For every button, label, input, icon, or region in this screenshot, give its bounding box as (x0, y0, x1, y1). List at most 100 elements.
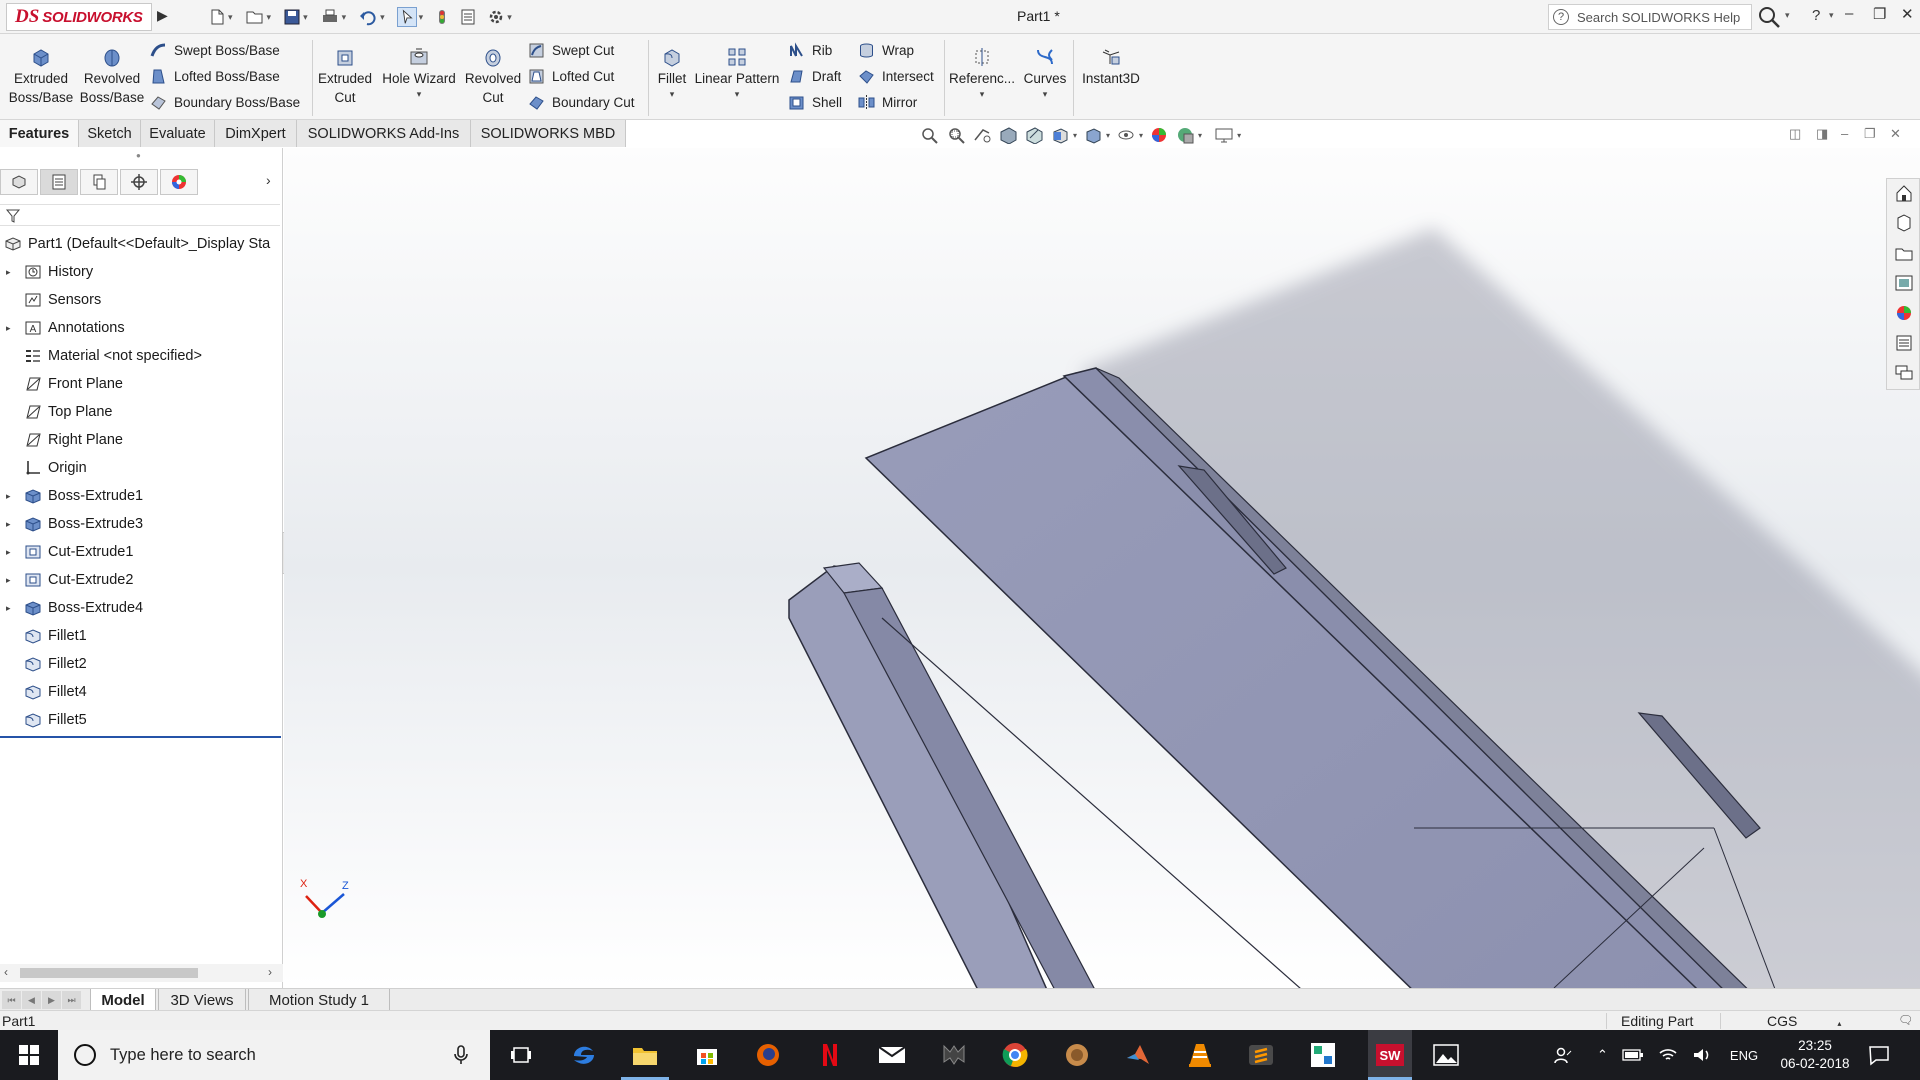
chevron-down-icon[interactable]: ▾ (380, 12, 385, 23)
linear-pattern-button[interactable]: Linear Pattern ▾ (692, 46, 782, 100)
file-explorer-icon[interactable] (629, 1039, 661, 1071)
tab-dimxpert[interactable]: DimXpert (215, 120, 297, 147)
filter-icon[interactable] (5, 208, 21, 224)
tree-item-boss-extrude4[interactable]: ▸ Boss-Extrude4 (0, 594, 283, 622)
scroll-right-icon[interactable]: › (268, 965, 272, 979)
tree-item-material-not-specified[interactable]: Material <not specified> (0, 342, 283, 370)
appearances-icon[interactable] (1894, 303, 1914, 323)
scrollbar-thumb[interactable] (20, 968, 198, 978)
help-search-input[interactable]: Search SOLIDWORKS Help (1577, 10, 1740, 25)
tree-item-front-plane[interactable]: Front Plane (0, 370, 283, 398)
chevron-right-icon[interactable]: › (266, 172, 271, 188)
custom-properties-icon[interactable] (1894, 333, 1914, 353)
chevron-down-icon[interactable]: ▾ (1785, 10, 1790, 21)
expand-arrow-icon[interactable]: ▸ (6, 267, 16, 278)
chevron-down-icon[interactable]: ▾ (1073, 131, 1077, 140)
chevron-down-icon[interactable]: ▾ (267, 12, 272, 23)
chevron-down-icon[interactable]: ▾ (692, 88, 782, 100)
viewport-left-icon[interactable]: ◫ (1789, 126, 1801, 142)
hide-show-items-icon[interactable] (1116, 126, 1136, 144)
expand-arrow-icon[interactable]: ▸ (6, 575, 16, 586)
units-selector[interactable]: CGS ▴ (1720, 1013, 1850, 1029)
chevron-down-icon[interactable]: ▾ (1106, 131, 1110, 140)
chrome-icon[interactable] (999, 1039, 1031, 1071)
rib-button[interactable]: Rib (788, 42, 832, 59)
tree-item-sensors[interactable]: Sensors (0, 286, 283, 314)
hole-wizard-button[interactable]: Hole Wizard ▾ (380, 46, 458, 100)
chevron-up-icon[interactable]: ▴ (1837, 1019, 1841, 1028)
chevron-down-icon[interactable]: ▾ (1237, 131, 1241, 140)
tab-sketch[interactable]: Sketch (79, 120, 141, 147)
firefox-icon[interactable] (752, 1039, 784, 1071)
draft-button[interactable]: Draft (788, 68, 841, 85)
matlab-icon[interactable] (1122, 1039, 1154, 1071)
section-view-icon[interactable] (998, 126, 1018, 144)
intersect-button[interactable]: Intersect (858, 68, 934, 85)
people-icon[interactable] (1553, 1045, 1573, 1065)
action-center-icon[interactable] (1868, 1044, 1890, 1066)
solidworks-icon[interactable]: SW (1368, 1030, 1412, 1080)
configuration-manager-tab[interactable] (80, 169, 118, 195)
last-tab-icon[interactable]: ⏭ (62, 991, 81, 1009)
expand-arrow-icon[interactable]: ▸ (6, 491, 16, 502)
tree-item-origin[interactable]: Origin (0, 454, 283, 482)
tree-item-boss-extrude3[interactable]: ▸ Boss-Extrude3 (0, 510, 283, 538)
tree-item-cut-extrude2[interactable]: ▸ Cut-Extrude2 (0, 566, 283, 594)
chevron-down-icon[interactable]: ▾ (1018, 88, 1072, 100)
feature-manager-tab[interactable] (0, 169, 38, 195)
tab-features[interactable]: Features (0, 120, 79, 147)
property-manager-tab[interactable] (40, 169, 78, 195)
vlc-icon[interactable] (1184, 1039, 1216, 1071)
tree-item-right-plane[interactable]: Right Plane (0, 426, 283, 454)
chevron-down-icon[interactable]: ▾ (1139, 131, 1143, 140)
revolved-boss-button[interactable]: Revolved Boss/Base (78, 46, 146, 107)
expand-arrow-icon[interactable]: ▸ (6, 603, 16, 614)
help-search-box[interactable]: ? Search SOLIDWORKS Help (1548, 4, 1752, 30)
fillet-button[interactable]: Fillet ▾ (652, 46, 692, 100)
prev-tab-icon[interactable]: ◀ (22, 991, 41, 1009)
viewport-minimize-icon[interactable]: – (1841, 126, 1848, 141)
menu-expand-icon[interactable]: ▶ (157, 7, 168, 24)
apply-scene-icon[interactable] (1175, 126, 1195, 144)
home-icon[interactable] (1894, 183, 1914, 203)
clock[interactable]: 23:25 06-02-2018 (1779, 1037, 1851, 1073)
zoom-to-area-icon[interactable] (946, 126, 966, 144)
store-icon[interactable] (691, 1039, 723, 1071)
previous-view-icon[interactable] (972, 126, 992, 144)
save-icon[interactable] (283, 8, 301, 26)
instant3d-button[interactable]: Instant3D (1076, 46, 1146, 88)
edit-appearance-icon[interactable] (1149, 126, 1169, 144)
task-view-icon[interactable] (505, 1039, 537, 1071)
dynamic-annotation-icon[interactable] (1024, 126, 1044, 144)
tree-item-fillet2[interactable]: Fillet2 (0, 650, 283, 678)
game-icon[interactable] (938, 1039, 970, 1071)
microphone-icon[interactable] (454, 1045, 468, 1065)
tab-motion-study[interactable]: Motion Study 1 (248, 989, 390, 1011)
panel-grip-icon[interactable]: ● (136, 151, 141, 160)
photo-editor-icon[interactable] (1307, 1039, 1339, 1071)
tab-evaluate[interactable]: Evaluate (141, 120, 215, 147)
3d-model[interactable] (284, 148, 1920, 988)
media-icon[interactable] (1061, 1039, 1093, 1071)
minimize-icon[interactable]: – (1845, 5, 1853, 22)
forum-icon[interactable] (1894, 363, 1914, 383)
tree-item-fillet5[interactable]: Fillet5 (0, 706, 283, 734)
display-manager-tab[interactable] (160, 169, 198, 195)
panel-horizontal-scrollbar[interactable]: ‹ › (0, 964, 283, 982)
tree-item-cut-extrude1[interactable]: ▸ Cut-Extrude1 (0, 538, 283, 566)
tab-addins[interactable]: SOLIDWORKS Add-Ins (297, 120, 471, 147)
design-library-icon[interactable] (1894, 213, 1914, 233)
language-indicator[interactable]: ENG (1730, 1048, 1758, 1063)
dimxpert-manager-tab[interactable] (120, 169, 158, 195)
battery-icon[interactable] (1622, 1048, 1644, 1062)
chevron-down-icon[interactable]: ▾ (419, 12, 424, 23)
extruded-boss-button[interactable]: Extruded Boss/Base (8, 46, 74, 107)
viewport-close-icon[interactable]: ✕ (1890, 126, 1901, 142)
tab-model[interactable]: Model (90, 989, 156, 1011)
tree-item-top-plane[interactable]: Top Plane (0, 398, 283, 426)
swept-cut-button[interactable]: Swept Cut (528, 42, 614, 59)
new-document-icon[interactable] (208, 8, 226, 26)
extruded-cut-button[interactable]: Extruded Cut (314, 46, 376, 107)
display-style-icon[interactable] (1083, 126, 1103, 144)
rebuild-icon[interactable] (435, 8, 449, 26)
